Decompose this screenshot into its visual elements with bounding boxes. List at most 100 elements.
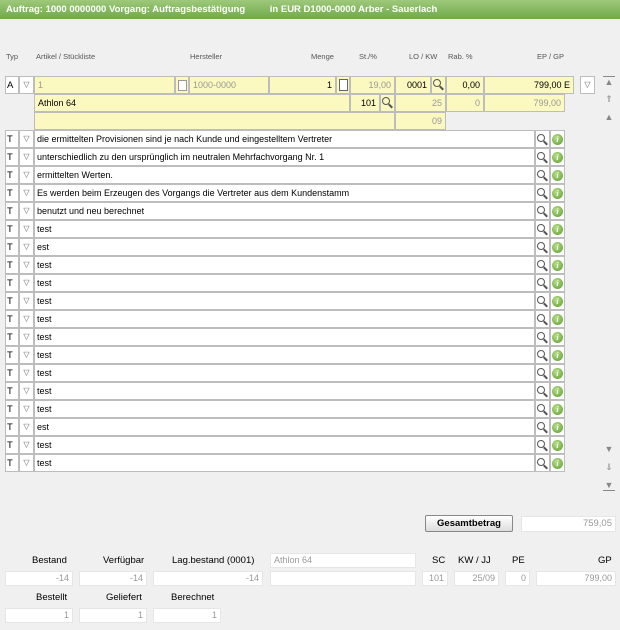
text-row-typ[interactable]: T	[5, 328, 19, 346]
scroll-page-down-icon[interactable]: ⇓	[603, 462, 615, 472]
search-icon[interactable]	[380, 94, 395, 112]
warehouse-field[interactable]: 0001	[395, 76, 431, 94]
text-row-field[interactable]: test	[34, 310, 535, 328]
text-row-typ[interactable]: T	[5, 220, 19, 238]
search-icon[interactable]	[535, 148, 550, 166]
text-row-typ[interactable]: T	[5, 256, 19, 274]
chevron-down-icon[interactable]: ▽	[19, 328, 34, 346]
chevron-down-icon[interactable]: ▽	[19, 400, 34, 418]
text-row-typ[interactable]: T	[5, 364, 19, 382]
text-row-typ[interactable]: T	[5, 310, 19, 328]
info-icon[interactable]: i	[550, 274, 565, 292]
search-icon[interactable]	[535, 328, 550, 346]
text-row-typ[interactable]: T	[5, 346, 19, 364]
chevron-down-icon[interactable]: ▽	[19, 220, 34, 238]
text-row-typ[interactable]: T	[5, 418, 19, 436]
search-icon[interactable]	[535, 418, 550, 436]
search-icon[interactable]	[535, 274, 550, 292]
info-icon[interactable]: i	[550, 202, 565, 220]
info-icon[interactable]: i	[550, 364, 565, 382]
chevron-down-icon[interactable]: ▽	[19, 148, 34, 166]
text-row-field[interactable]: test	[34, 292, 535, 310]
chevron-down-icon[interactable]: ▽	[19, 346, 34, 364]
chevron-down-icon[interactable]: ▽	[19, 454, 34, 472]
text-row-typ[interactable]: T	[5, 436, 19, 454]
info-icon[interactable]: i	[550, 292, 565, 310]
info-icon[interactable]: i	[550, 130, 565, 148]
text-row-field[interactable]: test	[34, 454, 535, 472]
text-row-typ[interactable]: T	[5, 274, 19, 292]
chevron-down-icon[interactable]: ▽	[19, 436, 34, 454]
text-row-field[interactable]: test	[34, 346, 535, 364]
article-extra-field[interactable]	[34, 112, 395, 130]
text-row-field[interactable]: test	[34, 274, 535, 292]
chevron-down-icon[interactable]: ▽	[19, 166, 34, 184]
info-icon[interactable]: i	[550, 436, 565, 454]
info-icon[interactable]: i	[550, 256, 565, 274]
text-row-field[interactable]: est	[34, 418, 535, 436]
scroll-up-icon[interactable]: ▲	[603, 112, 615, 122]
info-icon[interactable]: i	[550, 418, 565, 436]
total-amount-button[interactable]: Gesamtbetrag	[425, 515, 513, 532]
info-icon[interactable]: i	[550, 166, 565, 184]
text-row-field[interactable]: unterschiedlich zu den ursprünglich im n…	[34, 148, 535, 166]
info-icon[interactable]: i	[550, 184, 565, 202]
text-row-field[interactable]: test	[34, 400, 535, 418]
text-row-typ[interactable]: T	[5, 166, 19, 184]
text-row-typ[interactable]: T	[5, 130, 19, 148]
search-icon[interactable]	[535, 184, 550, 202]
search-icon[interactable]	[535, 346, 550, 364]
search-icon[interactable]	[431, 76, 446, 94]
text-row-field[interactable]: test	[34, 256, 535, 274]
week-field[interactable]: 25	[395, 94, 446, 112]
scroll-top-icon[interactable]: ▲	[603, 76, 615, 87]
discount-2-field[interactable]: 0	[446, 94, 484, 112]
text-row-field[interactable]: test	[34, 328, 535, 346]
text-row-field[interactable]: test	[34, 364, 535, 382]
chevron-down-icon[interactable]: ▽	[19, 256, 34, 274]
text-row-field[interactable]: test	[34, 382, 535, 400]
chevron-down-icon[interactable]: ▽	[19, 184, 34, 202]
info-icon[interactable]: i	[550, 346, 565, 364]
text-row-typ[interactable]: T	[5, 238, 19, 256]
search-icon[interactable]	[535, 310, 550, 328]
text-row-typ[interactable]: T	[5, 184, 19, 202]
scroll-down-icon[interactable]: ▼	[603, 444, 615, 454]
chevron-down-icon[interactable]: ▽	[19, 274, 34, 292]
manufacturer-field[interactable]: 1000-0000	[189, 76, 269, 94]
info-icon[interactable]: i	[550, 328, 565, 346]
document-icon[interactable]	[175, 76, 189, 94]
chevron-down-icon[interactable]: ▽	[19, 130, 34, 148]
search-icon[interactable]	[535, 382, 550, 400]
text-row-typ[interactable]: T	[5, 148, 19, 166]
search-icon[interactable]	[535, 202, 550, 220]
chevron-down-icon[interactable]: ▽	[19, 76, 34, 94]
info-icon[interactable]: i	[550, 220, 565, 238]
text-row-typ[interactable]: T	[5, 454, 19, 472]
chevron-down-icon[interactable]: ▽	[19, 382, 34, 400]
chevron-down-icon[interactable]: ▽	[19, 310, 34, 328]
text-row-field[interactable]: est	[34, 238, 535, 256]
text-row-field[interactable]: ermittelten Werten.	[34, 166, 535, 184]
info-icon[interactable]: i	[550, 310, 565, 328]
discount-field[interactable]: 0,00	[446, 76, 484, 94]
search-icon[interactable]	[535, 130, 550, 148]
text-row-field[interactable]: test	[34, 436, 535, 454]
search-icon[interactable]	[535, 220, 550, 238]
chevron-down-icon[interactable]: ▽	[19, 292, 34, 310]
info-icon[interactable]: i	[550, 382, 565, 400]
text-row-field[interactable]: die ermittelten Provisionen sind je nach…	[34, 130, 535, 148]
quantity-2-field[interactable]: 101	[350, 94, 380, 112]
search-icon[interactable]	[535, 238, 550, 256]
calculator-icon[interactable]	[336, 76, 350, 94]
year-field[interactable]: 09	[395, 112, 446, 130]
text-row-typ[interactable]: T	[5, 400, 19, 418]
info-icon[interactable]: i	[550, 454, 565, 472]
article-typ[interactable]: A	[5, 76, 19, 94]
total-price-field[interactable]: 799,00	[484, 94, 565, 112]
quantity-field[interactable]: 1	[269, 76, 336, 94]
unit-price-field[interactable]: 799,00 E	[484, 76, 574, 94]
text-row-typ[interactable]: T	[5, 202, 19, 220]
text-row-field[interactable]: benutzt und neu berechnet	[34, 202, 535, 220]
search-icon[interactable]	[535, 166, 550, 184]
